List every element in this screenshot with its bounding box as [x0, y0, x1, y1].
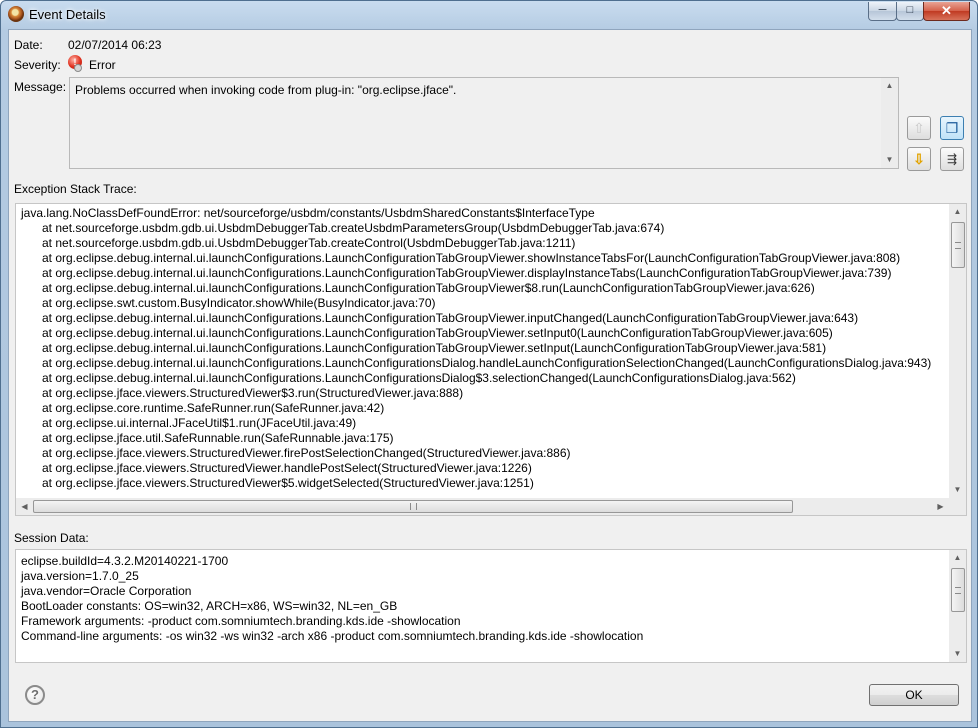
scroll-right-icon[interactable]: ▶ — [932, 498, 949, 515]
stack-trace-line: java.lang.NoClassDefFoundError: net/sour… — [21, 206, 595, 220]
previous-event-button[interactable]: ⇧ — [907, 116, 931, 140]
session-data-line: java.version=1.7.0_25 — [21, 569, 139, 583]
scroll-corner — [949, 498, 966, 515]
stack-trace-line: at org.eclipse.core.runtime.SafeRunner.r… — [42, 401, 385, 415]
stack-trace-line: at org.eclipse.jface.viewers.StructuredV… — [42, 446, 571, 460]
event-filter-button[interactable]: ⇶ — [940, 147, 964, 171]
date-value: 02/07/2014 06:23 — [68, 38, 162, 52]
scroll-thumb[interactable] — [951, 568, 965, 612]
stack-trace-line: at org.eclipse.jface.util.SafeRunnable.r… — [42, 431, 394, 445]
scroll-down-icon[interactable]: ▼ — [949, 646, 966, 662]
session-data-line: Framework arguments: -product com.somniu… — [21, 614, 461, 628]
copy-event-button[interactable]: ❐ — [940, 116, 964, 140]
scroll-thumb[interactable] — [951, 222, 965, 268]
severity-value: Error — [89, 58, 116, 72]
session-data-scrollbar[interactable]: ▲ ▼ — [949, 550, 966, 662]
stack-trace-lines: java.lang.NoClassDefFoundError: net/sour… — [21, 206, 931, 491]
scroll-up-icon[interactable]: ▲ — [949, 550, 966, 566]
scroll-up-icon[interactable]: ▲ — [881, 78, 898, 94]
event-details-window: Event Details ─ □ ✕ Date: 02/07/2014 06:… — [0, 0, 978, 728]
session-data-lines: eclipse.buildId=4.3.2.M20140221-1700 java… — [21, 554, 643, 644]
ok-button[interactable]: OK — [869, 684, 959, 706]
stack-trace-line: at org.eclipse.debug.internal.ui.launchC… — [42, 356, 932, 370]
session-data-line: Command-line arguments: -os win32 -ws wi… — [21, 629, 644, 643]
session-data-line: eclipse.buildId=4.3.2.M20140221-1700 — [21, 554, 229, 568]
date-label: Date: — [14, 38, 43, 52]
message-scrollbar[interactable]: ▲ ▼ — [881, 78, 898, 168]
dialog-content: Date: 02/07/2014 06:23 Severity: ! Error… — [8, 29, 972, 722]
stack-trace-line: at net.sourceforge.usbdm.gdb.ui.UsbdmDeb… — [42, 221, 665, 235]
scroll-down-icon[interactable]: ▼ — [949, 482, 966, 498]
maximize-button[interactable]: □ — [896, 2, 924, 21]
window-title: Event Details — [29, 7, 106, 22]
session-data-line: BootLoader constants: OS=win32, ARCH=x86… — [21, 599, 398, 613]
message-textbox[interactable]: Problems occurred when invoking code fro… — [69, 77, 899, 169]
stack-trace-line: at org.eclipse.debug.internal.ui.launchC… — [42, 266, 892, 280]
minimize-button[interactable]: ─ — [868, 2, 897, 21]
error-icon: ! — [68, 55, 82, 72]
stack-trace-label: Exception Stack Trace: — [14, 182, 137, 196]
stack-trace-line: at org.eclipse.debug.internal.ui.launchC… — [42, 326, 833, 340]
message-text: Problems occurred when invoking code fro… — [75, 83, 457, 97]
stack-trace-textbox[interactable]: java.lang.NoClassDefFoundError: net/sour… — [15, 203, 967, 516]
stack-trace-line: at org.eclipse.jface.viewers.StructuredV… — [42, 461, 532, 475]
stack-trace-line: at org.eclipse.debug.internal.ui.launchC… — [42, 311, 859, 325]
session-data-textbox[interactable]: eclipse.buildId=4.3.2.M20140221-1700 java… — [15, 549, 967, 663]
stack-trace-line: at org.eclipse.debug.internal.ui.launchC… — [42, 281, 815, 295]
scroll-down-icon[interactable]: ▼ — [881, 152, 898, 168]
stack-trace-line: at org.eclipse.ui.internal.JFaceUtil$1.r… — [42, 416, 357, 430]
session-data-line: java.vendor=Oracle Corporation — [21, 584, 192, 598]
stack-trace-line: at org.eclipse.debug.internal.ui.launchC… — [42, 341, 827, 355]
title-bar[interactable]: Event Details ─ □ ✕ — [1, 1, 977, 28]
scroll-thumb[interactable] — [33, 500, 793, 513]
message-label: Message: — [14, 80, 67, 94]
stack-trace-line: at org.eclipse.jface.viewers.StructuredV… — [42, 386, 464, 400]
scroll-up-icon[interactable]: ▲ — [949, 204, 966, 220]
stack-trace-hscrollbar[interactable]: ◀ ▶ — [16, 498, 949, 515]
stack-trace-line: at org.eclipse.debug.internal.ui.launchC… — [42, 251, 901, 265]
next-event-button[interactable]: ⇩ — [907, 147, 931, 171]
close-button[interactable]: ✕ — [923, 2, 970, 21]
stack-trace-line: at org.eclipse.debug.internal.ui.launchC… — [42, 371, 796, 385]
stack-trace-line: at net.sourceforge.usbdm.gdb.ui.UsbdmDeb… — [42, 236, 576, 250]
stack-trace-line: at org.eclipse.jface.viewers.StructuredV… — [42, 476, 534, 490]
severity-label: Severity: — [14, 58, 61, 72]
stack-trace-line: at org.eclipse.swt.custom.BusyIndicator.… — [42, 296, 436, 310]
app-icon — [8, 6, 24, 22]
help-icon[interactable]: ? — [25, 685, 45, 705]
stack-trace-vscrollbar[interactable]: ▲ ▼ — [949, 204, 966, 498]
scroll-left-icon[interactable]: ◀ — [16, 498, 33, 515]
session-data-label: Session Data: — [14, 531, 89, 545]
